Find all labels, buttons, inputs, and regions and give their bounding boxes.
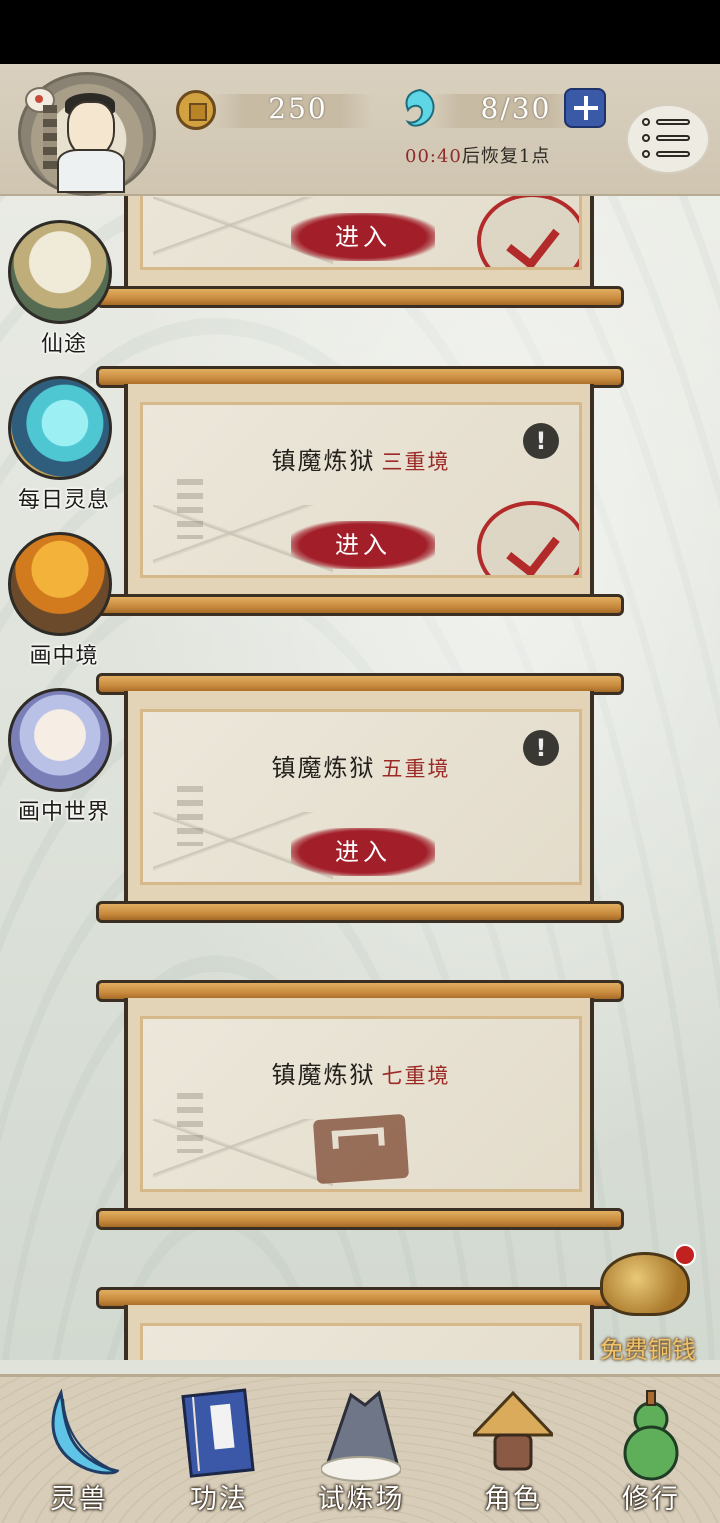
feather-icon: [51, 1388, 119, 1475]
stage-title: 镇魔炼狱 五重境: [271, 754, 451, 782]
info-icon[interactable]: !: [523, 423, 559, 459]
completed-stamp-icon: [477, 501, 579, 575]
enter-button[interactable]: 进入: [291, 521, 435, 569]
top-bar: 250 8/30 00:40后恢复1点: [0, 64, 720, 196]
tower-watermark-icon: [177, 1093, 203, 1153]
nav-techniques[interactable]: 功法: [154, 1377, 284, 1523]
autumn-pavilion-icon: [8, 532, 112, 636]
stage-card: 镇魔炼狱 五重境 ! 进入: [96, 673, 624, 923]
nav-spirit-beast[interactable]: 灵兽: [14, 1377, 144, 1523]
stage-level: 三重境: [381, 450, 451, 474]
stage-title: 镇魔炼狱 三重境: [271, 447, 451, 475]
stage-card: 进入: [96, 196, 624, 308]
enter-button[interactable]: 进入: [291, 213, 435, 261]
spirit-drop-icon: [405, 88, 435, 127]
side-item-painting-world[interactable]: 画中世界: [4, 688, 122, 838]
stamina-count: 8/30: [480, 92, 552, 125]
enter-button[interactable]: 进入: [291, 828, 435, 876]
nav-trial-ground[interactable]: 试炼场: [296, 1377, 426, 1523]
side-item-xiantu[interactable]: 仙途: [4, 220, 122, 370]
coin-count: 250: [268, 92, 328, 125]
side-item-label: 画中世界: [17, 800, 110, 825]
stage-title: 镇魔炼狱 七重境: [271, 1061, 451, 1089]
stage-card: 镇魔炼狱 七重境: [96, 980, 624, 1230]
nav-cultivation[interactable]: 修行: [586, 1377, 716, 1523]
nav-character[interactable]: 角色: [448, 1377, 578, 1523]
info-icon[interactable]: !: [523, 730, 559, 766]
mountain-icon: [321, 1390, 401, 1482]
side-item-label: 仙途: [40, 332, 87, 357]
bottom-nav: 灵兽 功法 试炼场 角色 修行: [0, 1374, 720, 1523]
stage-level: 七重境: [381, 1064, 451, 1088]
pagoda-icon: [43, 105, 57, 169]
recover-timer: 00:40: [405, 146, 462, 167]
recover-timer-text: 00:40后恢复1点: [405, 142, 550, 168]
recover-suffix: 后恢复1点: [461, 146, 551, 167]
menu-button[interactable]: [626, 104, 710, 174]
tower-watermark-icon: [177, 479, 203, 539]
side-item-daily-spirit[interactable]: 每日灵息: [4, 376, 122, 526]
player-avatar[interactable]: [18, 72, 156, 196]
completed-stamp-icon: [477, 196, 579, 267]
straw-hat-icon: [473, 1390, 553, 1471]
lock-icon: [312, 1113, 410, 1185]
free-coins-button[interactable]: 免费铜钱: [586, 1240, 710, 1370]
notification-dot: [674, 1244, 696, 1266]
add-stamina-button[interactable]: [564, 88, 606, 128]
stage-card: [96, 1287, 624, 1360]
side-item-painting-realm[interactable]: 画中境: [4, 532, 122, 682]
side-item-label: 画中境: [29, 644, 99, 669]
menu-list-icon: [642, 118, 694, 126]
scroll-rod: [96, 901, 624, 923]
side-item-label: 每日灵息: [17, 488, 110, 513]
gourd-icon: [623, 1390, 679, 1481]
free-coins-label: 免费铜钱: [600, 1336, 696, 1364]
book-icon: [181, 1388, 255, 1478]
pine-tree-icon: [8, 220, 112, 324]
scroll-rod: [96, 1208, 624, 1230]
fairy-girl-icon: [8, 688, 112, 792]
scroll-rod: [96, 286, 624, 308]
spirit-cloud-icon: [8, 376, 112, 480]
stage-card: 镇魔炼狱 三重境 ! 进入: [96, 366, 624, 616]
scroll-rod: [96, 594, 624, 616]
copper-coin-icon: [176, 90, 216, 130]
tower-watermark-icon: [177, 786, 203, 846]
stage-level: 五重境: [381, 757, 451, 781]
status-bar: [0, 0, 720, 64]
